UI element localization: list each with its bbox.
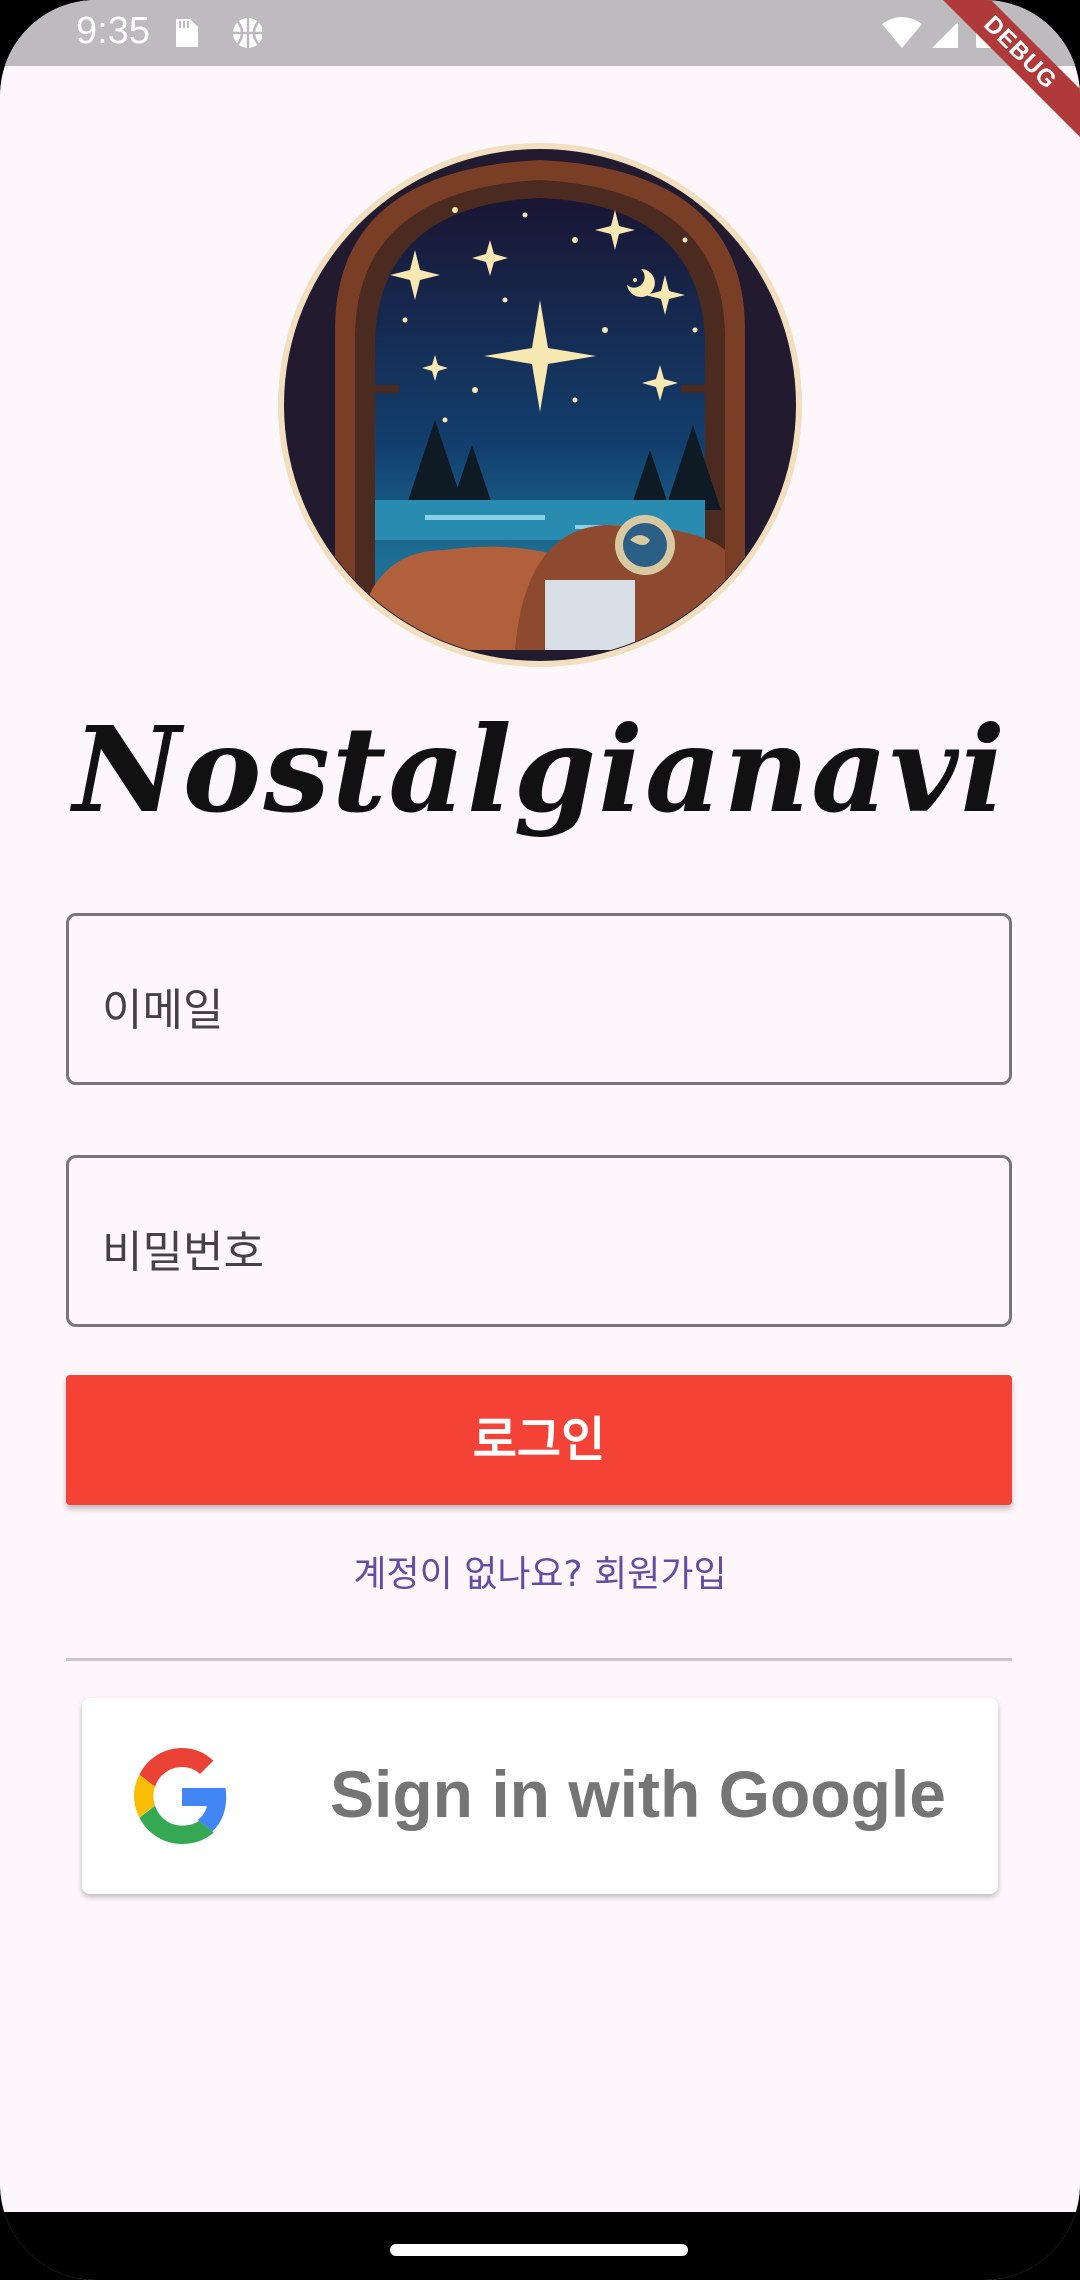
password-field[interactable]: 비밀번호: [66, 1155, 1012, 1327]
signal-icon: [932, 22, 958, 48]
email-placeholder: 이메일: [102, 985, 224, 1036]
google-g-icon: [134, 1748, 227, 1844]
status-bar: 9:35 DEBUG: [0, 0, 1080, 157]
wifi-icon: [882, 17, 922, 48]
home-indicator[interactable]: [390, 2244, 688, 2256]
divider: [66, 1658, 1012, 1661]
status-time: 9:35: [76, 10, 150, 52]
status-icons-left: [172, 15, 263, 55]
login-screen: 9:35 DEBUG Nostalgianavi 이메일 비밀번호 로그인 계정…: [0, 0, 1080, 2280]
password-placeholder: 비밀번호: [102, 1227, 264, 1278]
google-signin-button[interactable]: Sign in with Google: [82, 1698, 998, 1894]
sd-card-icon: [176, 18, 263, 48]
app-logo: [278, 143, 802, 667]
signup-link[interactable]: 계정이 없나요? 회원가입: [0, 1545, 1080, 1597]
google-signin-label: Sign in with Google: [330, 1757, 946, 1831]
navigation-bar: [0, 2212, 1080, 2280]
email-field[interactable]: 이메일: [66, 913, 1012, 1085]
app-title: Nostalgianavi: [72, 700, 1008, 839]
login-button[interactable]: 로그인: [66, 1375, 1012, 1505]
